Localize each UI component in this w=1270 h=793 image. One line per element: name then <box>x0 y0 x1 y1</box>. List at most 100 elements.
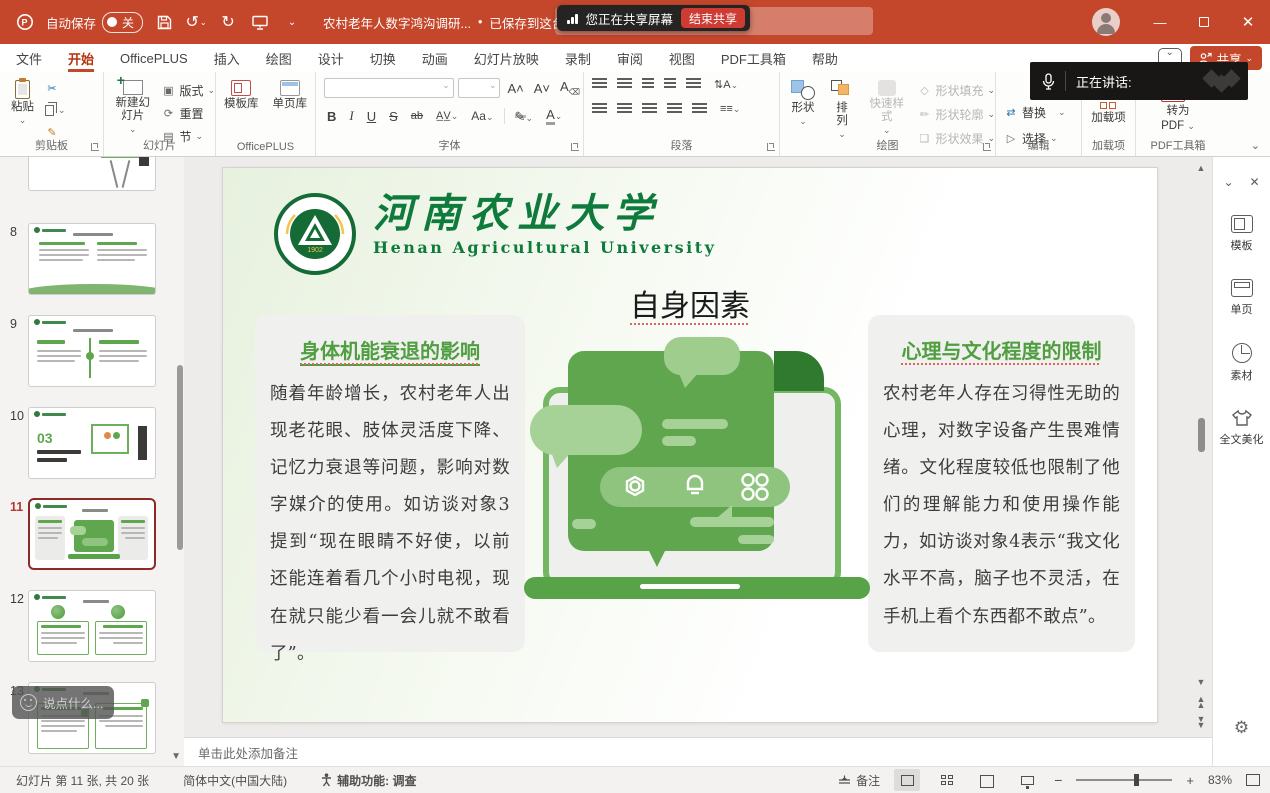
tab-record[interactable]: 录制 <box>565 44 591 72</box>
sidebar-close-icon[interactable]: ✕ <box>1250 175 1260 189</box>
reset-button[interactable]: ⟳重置 <box>161 103 215 123</box>
align-center-icon[interactable] <box>617 103 632 105</box>
tab-design[interactable]: 设计 <box>318 44 344 72</box>
undo-button[interactable]: ↺⌄ <box>185 11 207 33</box>
slide-sorter-view-button[interactable] <box>934 769 960 791</box>
accessibility-status[interactable]: 辅助功能: 调查 <box>321 772 416 789</box>
account-avatar[interactable] <box>1092 8 1120 36</box>
change-case-button[interactable]: Aa⌄ <box>468 109 496 123</box>
increase-indent-icon[interactable] <box>664 78 676 80</box>
minimize-button[interactable]: — <box>1138 0 1182 44</box>
thumbnail-scroll-down-icon[interactable]: ▼ <box>171 751 181 762</box>
tab-pdf-toolbox[interactable]: PDF工具箱 <box>721 44 786 72</box>
sidebar-collapse-chevron-icon[interactable]: ⌄ <box>1223 175 1233 189</box>
thumbnail-slide-7[interactable] <box>28 157 156 191</box>
autosave-toggle[interactable]: 自动保存 关 <box>46 12 143 33</box>
laptop-chat-illustration[interactable] <box>522 335 872 615</box>
bullets-icon[interactable] <box>592 78 607 80</box>
tab-review[interactable]: 审阅 <box>617 44 643 72</box>
zoom-slider-thumb[interactable] <box>1134 774 1139 786</box>
align-right-icon[interactable] <box>642 103 657 105</box>
card-psychological-limit[interactable]: 心理与文化程度的限制 农村老年人存在习得性无助的心理，对数字设备产生畏难情绪。文… <box>868 315 1135 652</box>
zoom-slider[interactable] <box>1076 779 1172 781</box>
normal-view-button[interactable] <box>894 769 920 791</box>
underline-button[interactable]: U <box>364 109 379 124</box>
align-left-icon[interactable] <box>592 103 607 105</box>
zoom-out-button[interactable]: − <box>1054 772 1062 788</box>
paste-button[interactable]: 粘贴⌄ <box>8 78 37 139</box>
text-direction-button[interactable]: ⇅A⌄ <box>711 78 741 91</box>
tab-insert[interactable]: 插入 <box>214 44 240 72</box>
font-dialog-launcher[interactable] <box>571 143 579 151</box>
sidebar-item-single-page[interactable]: 单页 <box>1231 279 1253 317</box>
slideshow-view-button[interactable] <box>1014 769 1040 791</box>
numbering-icon[interactable] <box>617 78 632 80</box>
powerpoint-app-icon[interactable]: P <box>14 11 36 33</box>
card-body[interactable]: 农村老年人存在习得性无助的心理，对数字设备产生畏难情绪。文化程度较低也限制了他们… <box>883 376 1120 636</box>
university-logo-block[interactable]: 1902 河南农业大学 Henan Agricultural Universit… <box>273 192 716 276</box>
card-title[interactable]: 心理与文化程度的限制 <box>883 335 1120 364</box>
character-spacing-button[interactable]: A̲V̲⌄ <box>433 110 461 122</box>
tab-draw[interactable]: 绘图 <box>266 44 292 72</box>
save-icon[interactable] <box>153 11 175 33</box>
slide-11-canvas[interactable]: 1902 河南农业大学 Henan Agricultural Universit… <box>223 168 1157 722</box>
text-shadow-button[interactable]: ab <box>408 110 426 122</box>
tab-transitions[interactable]: 切换 <box>370 44 396 72</box>
font-color-button[interactable]: A⌄ <box>543 107 565 125</box>
scrollbar-thumb[interactable] <box>1198 418 1205 452</box>
scroll-up-icon[interactable]: ▲ <box>1195 163 1207 173</box>
notes-toggle-button[interactable]: 备注 <box>838 772 880 789</box>
zoom-level[interactable]: 83% <box>1208 773 1232 787</box>
chat-message-overlay[interactable]: 说点什么... <box>12 686 114 719</box>
next-slide-button[interactable]: ▼▼ <box>1195 717 1207 728</box>
replace-button[interactable]: ⇄替换⌄ <box>1004 102 1081 122</box>
restore-button[interactable] <box>1182 0 1226 44</box>
paragraph-dialog-launcher[interactable] <box>767 143 775 151</box>
tab-file[interactable]: 文件 <box>16 44 42 72</box>
justify-icon[interactable] <box>667 103 682 105</box>
thumbnail-slide-12[interactable] <box>28 590 156 662</box>
scroll-down-icon[interactable]: ▼ <box>1195 677 1207 687</box>
card-body[interactable]: 随着年龄增长，农村老年人出现老花眼、肢体灵活度下降、记忆力衰退等问题，影响对数字… <box>270 376 510 673</box>
copy-button[interactable]: ⌄ <box>45 100 66 120</box>
thumbnail-slide-10[interactable]: 03 <box>28 407 156 479</box>
tab-help[interactable]: 帮助 <box>812 44 838 72</box>
increase-font-button[interactable]: A˄ <box>504 81 526 96</box>
customize-qat-chevron-icon[interactable]: ⌄ <box>281 11 303 33</box>
card-title[interactable]: 身体机能衰退的影响 <box>270 335 510 364</box>
thumbnail-slide-11-selected[interactable] <box>28 498 156 570</box>
card-physical-decline[interactable]: 身体机能衰退的影响 随着年龄增长，农村老年人出现老花眼、肢体灵活度下降、记忆力衰… <box>255 315 525 652</box>
shape-outline-button[interactable]: ✏形状轮廓⌄ <box>917 104 995 124</box>
sidebar-item-assets[interactable]: 素材 <box>1231 343 1253 383</box>
tab-home[interactable]: 开始 <box>68 44 94 72</box>
shape-fill-button[interactable]: ◇形状填充⌄ <box>917 80 995 100</box>
decrease-font-button[interactable]: A˅ <box>531 81 553 96</box>
drawing-dialog-launcher[interactable] <box>983 143 991 151</box>
canvas-scrollbar[interactable]: ▲ ▼ <box>1195 163 1207 731</box>
settings-gear-icon[interactable]: ⚙ <box>1234 718 1249 738</box>
tab-view[interactable]: 视图 <box>669 44 695 72</box>
thumbnail-slide-8[interactable] <box>28 223 156 295</box>
columns-icon[interactable] <box>692 103 707 105</box>
sidebar-item-beautify[interactable]: 全文美化 <box>1220 409 1264 447</box>
fit-slide-to-window-icon[interactable] <box>1246 774 1260 786</box>
new-slide-button[interactable]: 新建幻灯片⌄ <box>110 78 155 146</box>
tab-slideshow[interactable]: 幻灯片放映 <box>474 44 539 72</box>
tab-officeplus[interactable]: OfficePLUS <box>120 44 188 72</box>
stop-share-button[interactable]: 结束共享 <box>681 8 745 28</box>
clear-formatting-button[interactable]: A⌫ <box>557 79 583 97</box>
language-status[interactable]: 简体中文(中国大陆) <box>183 772 287 789</box>
sidebar-item-template[interactable]: 模板 <box>1231 215 1253 253</box>
cut-icon[interactable]: ✂ <box>45 81 59 95</box>
highlight-color-button[interactable]: ✎⌄ <box>512 109 537 124</box>
close-button[interactable]: ✕ <box>1226 0 1270 44</box>
previous-slide-button[interactable]: ▲▲ <box>1195 697 1207 708</box>
notes-pane[interactable]: 单击此处添加备注 <box>184 737 1212 766</box>
thumbnail-slide-9[interactable] <box>28 315 156 387</box>
line-spacing-icon[interactable] <box>686 78 701 80</box>
thumbnail-scrollbar[interactable] <box>177 365 183 550</box>
decrease-indent-icon[interactable] <box>642 78 654 80</box>
layout-button[interactable]: ▣版式⌄ <box>161 80 215 100</box>
tab-animations[interactable]: 动画 <box>422 44 448 72</box>
zoom-in-button[interactable]: + <box>1186 773 1194 788</box>
